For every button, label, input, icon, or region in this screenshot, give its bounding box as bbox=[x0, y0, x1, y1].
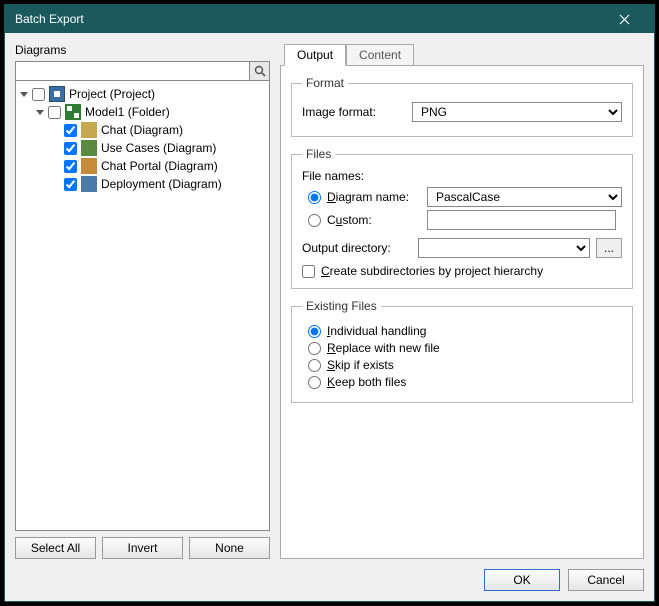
diagram-name-select[interactable]: PascalCase bbox=[427, 187, 622, 207]
node-label: Chat (Diagram) bbox=[101, 123, 183, 137]
select-all-button[interactable]: Select All bbox=[15, 537, 96, 559]
existing-files-group: Existing Files Individual handling Repla… bbox=[291, 299, 633, 403]
none-button[interactable]: None bbox=[189, 537, 270, 559]
tree-node-folder[interactable]: Model1 (Folder) bbox=[18, 103, 267, 121]
close-button[interactable] bbox=[604, 5, 644, 33]
files-group: Files File names: Diagram name: PascalCa… bbox=[291, 147, 633, 289]
expand-icon[interactable] bbox=[34, 106, 46, 118]
node-label: Deployment (Diagram) bbox=[101, 177, 222, 191]
radio-individual[interactable] bbox=[308, 325, 321, 338]
project-icon bbox=[49, 86, 65, 102]
tree-node-diagram[interactable]: Chat (Diagram) bbox=[18, 121, 267, 139]
expand-icon[interactable] bbox=[18, 88, 30, 100]
radio-replace[interactable] bbox=[308, 342, 321, 355]
diagrams-panel: Diagrams Project (Project) bbox=[15, 43, 270, 559]
radio-skip[interactable] bbox=[308, 359, 321, 372]
individual-label: Individual handling bbox=[327, 324, 426, 338]
tab-content[interactable]: Content bbox=[346, 44, 414, 66]
checkbox[interactable] bbox=[64, 124, 77, 137]
search-button[interactable] bbox=[250, 61, 270, 81]
cancel-button[interactable]: Cancel bbox=[568, 569, 644, 591]
settings-panel: Output Content Format Image format: PNG bbox=[280, 43, 644, 559]
tree-node-diagram[interactable]: Deployment (Diagram) bbox=[18, 175, 267, 193]
checkbox[interactable] bbox=[64, 178, 77, 191]
folder-icon bbox=[65, 104, 81, 120]
files-legend: Files bbox=[302, 147, 335, 161]
search-row bbox=[15, 61, 270, 81]
selection-buttons: Select All Invert None bbox=[15, 537, 270, 559]
output-dir-label: Output directory: bbox=[302, 241, 412, 255]
diagram-icon bbox=[81, 158, 97, 174]
file-names-label: File names: bbox=[302, 169, 622, 183]
browse-button[interactable]: ... bbox=[596, 238, 622, 258]
tree-node-project[interactable]: Project (Project) bbox=[18, 85, 267, 103]
custom-label: Custom: bbox=[327, 213, 427, 227]
tree-node-diagram[interactable]: Chat Portal (Diagram) bbox=[18, 157, 267, 175]
search-icon bbox=[254, 65, 266, 77]
checkbox[interactable] bbox=[32, 88, 45, 101]
search-input[interactable] bbox=[15, 61, 250, 81]
tab-output[interactable]: Output bbox=[284, 44, 346, 66]
tree-node-diagram[interactable]: Use Cases (Diagram) bbox=[18, 139, 267, 157]
node-label: Chat Portal (Diagram) bbox=[101, 159, 218, 173]
diagram-icon bbox=[81, 176, 97, 192]
format-legend: Format bbox=[302, 76, 348, 90]
create-subdirs-checkbox[interactable] bbox=[302, 265, 315, 278]
close-icon bbox=[619, 14, 630, 25]
existing-legend: Existing Files bbox=[302, 299, 381, 313]
invert-button[interactable]: Invert bbox=[102, 537, 183, 559]
skip-label: Skip if exists bbox=[327, 358, 394, 372]
radio-custom[interactable] bbox=[308, 214, 321, 227]
keep-label: Keep both files bbox=[327, 375, 406, 389]
image-format-select[interactable]: PNG bbox=[412, 102, 622, 122]
checkbox[interactable] bbox=[48, 106, 61, 119]
diagram-icon bbox=[81, 140, 97, 156]
custom-input[interactable] bbox=[427, 210, 616, 230]
ok-button[interactable]: OK bbox=[484, 569, 560, 591]
title-bar: Batch Export bbox=[5, 5, 654, 33]
window-title: Batch Export bbox=[15, 12, 604, 26]
node-label: Model1 (Folder) bbox=[85, 105, 170, 119]
radio-keep[interactable] bbox=[308, 376, 321, 389]
node-label: Use Cases (Diagram) bbox=[101, 141, 216, 155]
radio-diagram-name[interactable] bbox=[308, 191, 321, 204]
replace-label: Replace with new file bbox=[327, 341, 440, 355]
checkbox[interactable] bbox=[64, 160, 77, 173]
checkbox[interactable] bbox=[64, 142, 77, 155]
create-subdirs-label: Create subdirectories by project hierarc… bbox=[321, 264, 543, 278]
dialog-body: Diagrams Project (Project) bbox=[5, 33, 654, 569]
node-label: Project (Project) bbox=[69, 87, 155, 101]
output-dir-select[interactable] bbox=[418, 238, 590, 258]
output-tab-body: Format Image format: PNG Files File name… bbox=[280, 65, 644, 559]
diagram-name-label: Diagram name: bbox=[327, 190, 427, 204]
format-group: Format Image format: PNG bbox=[291, 76, 633, 137]
tab-strip: Output Content bbox=[280, 43, 644, 65]
image-format-label: Image format: bbox=[302, 105, 412, 119]
dialog-window: Batch Export Diagrams Project (Project) bbox=[4, 4, 655, 602]
diagram-tree[interactable]: Project (Project) Model1 (Folder) Chat (… bbox=[15, 81, 270, 531]
diagram-icon bbox=[81, 122, 97, 138]
dialog-footer: OK Cancel bbox=[5, 569, 654, 601]
diagrams-label: Diagrams bbox=[15, 43, 270, 57]
